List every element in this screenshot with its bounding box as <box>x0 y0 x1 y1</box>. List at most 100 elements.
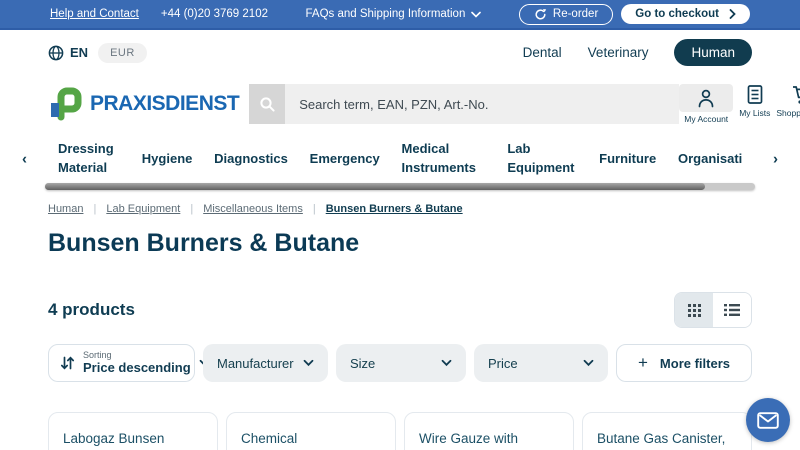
sorting-dropdown[interactable]: Sorting Price descending <box>48 344 210 382</box>
breadcrumb-separator: | <box>190 203 194 215</box>
header: PRAXISDIENST My Account My Lists Shopp <box>0 75 800 133</box>
chevron-right-icon <box>729 9 736 19</box>
checkout-button[interactable]: Go to checkout <box>621 4 750 24</box>
sorting-text: Sorting Price descending <box>83 350 191 375</box>
top-bar-left: Help and Contact +44 (0)20 3769 2102 <box>50 8 268 20</box>
contact-chat-button[interactable] <box>746 398 790 442</box>
my-account-label: My Account <box>684 114 729 124</box>
utility-bar: EN EUR Dental Veterinary Human <box>0 30 800 75</box>
product-title-link[interactable]: Butane Gas Canister, 190 g <box>597 431 725 450</box>
list-view-button[interactable] <box>713 293 751 327</box>
segment-human[interactable]: Human <box>674 39 752 66</box>
search-input[interactable] <box>285 84 680 124</box>
chevron-down-icon <box>471 11 482 18</box>
main-nav: ‹ Dressing Material Hygiene Diagnostics … <box>0 133 800 185</box>
breadcrumb-link-miscellaneous-items[interactable]: Miscellaneous Items <box>203 203 303 215</box>
top-bar-center: FAQs and Shipping Information <box>268 8 519 20</box>
manufacturer-filter-label: Manufacturer <box>217 355 294 371</box>
checkout-label: Go to checkout <box>635 8 719 20</box>
shop-segments: Dental Veterinary Human <box>523 39 752 66</box>
price-filter-label: Price <box>488 355 518 371</box>
view-toggle <box>674 292 752 328</box>
nav-item-diagnostics[interactable]: Diagnostics <box>214 150 288 169</box>
reorder-button[interactable]: Re-order <box>518 3 614 25</box>
cart-icon <box>791 84 800 106</box>
content: Human | Lab Equipment | Miscellaneous It… <box>0 185 800 450</box>
segment-veterinary[interactable]: Veterinary <box>588 45 649 60</box>
my-lists-button[interactable]: My Lists <box>739 84 770 118</box>
breadcrumb-separator: | <box>312 203 316 215</box>
chevron-down-icon <box>583 359 594 367</box>
list-view-icon <box>724 303 740 317</box>
list-document-icon <box>746 84 764 106</box>
brand-name: PRAXISDIENST <box>90 92 240 115</box>
nav-scrollbar-thumb[interactable] <box>45 183 706 190</box>
search-icon <box>259 96 276 113</box>
faq-shipping-link[interactable]: FAQs and Shipping Information <box>306 8 466 20</box>
shopping-cart-label: Shopping cart <box>776 108 800 118</box>
nav-scroll-right-button[interactable]: › <box>773 151 778 168</box>
breadcrumb: Human | Lab Equipment | Miscellaneous It… <box>48 203 752 215</box>
breadcrumb-link-human[interactable]: Human <box>48 203 83 215</box>
product-card[interactable]: Wire Gauze with Ceramic Centre <box>404 412 574 450</box>
list-header: 4 products <box>48 292 752 328</box>
nav-items: Dressing Material Hygiene Diagnostics Em… <box>58 140 742 178</box>
plus-icon: + <box>637 353 648 372</box>
top-bar: Help and Contact +44 (0)20 3769 2102 FAQ… <box>0 0 800 30</box>
product-card[interactable]: Butane Gas Canister, 190 g <box>582 412 752 450</box>
product-title-link[interactable]: Chemical Thermometer <box>241 431 322 450</box>
nav-item-dressing-material[interactable]: Dressing Material <box>58 140 120 178</box>
size-filter-dropdown[interactable]: Size <box>336 344 466 382</box>
more-filters-label: More filters <box>659 355 730 371</box>
page-title: Bunsen Burners & Butane <box>48 229 360 257</box>
nav-item-medical-instruments[interactable]: Medical Instruments <box>402 140 486 178</box>
grid-view-button[interactable] <box>675 293 713 327</box>
locale-controls: EN EUR <box>48 42 147 63</box>
reorder-label: Re-order <box>552 8 599 20</box>
nav-item-hygiene[interactable]: Hygiene <box>142 150 193 169</box>
product-grid: Labogaz Bunsen Burner Chemical Thermomet… <box>48 412 752 450</box>
product-title-link[interactable]: Labogaz Bunsen Burner <box>63 431 164 450</box>
globe-icon <box>48 45 64 61</box>
breadcrumb-separator: | <box>93 203 97 215</box>
nav-item-lab-equipment[interactable]: Lab Equipment <box>507 140 577 178</box>
filter-bar: Sorting Price descending Manufacturer Si… <box>48 344 752 382</box>
nav-scroll-left-button[interactable]: ‹ <box>22 151 27 168</box>
currency-selector[interactable]: EUR <box>98 42 147 63</box>
shopping-cart-button[interactable]: Shopping cart <box>776 84 800 118</box>
header-actions: My Account My Lists Shopping cart <box>679 84 800 124</box>
breadcrumb-link-lab-equipment[interactable]: Lab Equipment <box>106 203 180 215</box>
product-title-link[interactable]: Wire Gauze with Ceramic Centre <box>419 431 518 450</box>
manufacturer-filter-dropdown[interactable]: Manufacturer <box>203 344 328 382</box>
nav-item-emergency[interactable]: Emergency <box>310 150 380 169</box>
search-bar <box>249 84 680 124</box>
my-account-button[interactable]: My Account <box>679 84 734 124</box>
user-icon <box>679 84 734 112</box>
nav-item-organisation[interactable]: Organisation <box>678 150 742 169</box>
nav-item-furniture[interactable]: Furniture <box>599 150 656 169</box>
product-count: 4 products <box>48 300 135 319</box>
phone-number[interactable]: +44 (0)20 3769 2102 <box>161 8 268 20</box>
chevron-down-icon <box>441 359 452 367</box>
sorting-value: Price descending <box>83 359 191 375</box>
chevron-down-icon <box>303 359 314 367</box>
product-card[interactable]: Labogaz Bunsen Burner <box>48 412 218 450</box>
top-bar-right: Re-order Go to checkout <box>518 3 750 25</box>
envelope-icon <box>757 411 779 429</box>
language-selector[interactable]: EN <box>48 45 88 61</box>
language-label: EN <box>70 45 89 60</box>
size-filter-label: Size <box>350 355 376 371</box>
segment-dental[interactable]: Dental <box>523 45 562 60</box>
price-filter-dropdown[interactable]: Price <box>474 344 608 382</box>
praxisdienst-logo-icon <box>48 87 82 121</box>
nav-scrollbar-track[interactable] <box>45 183 755 190</box>
refresh-icon <box>534 8 547 21</box>
product-card[interactable]: Chemical Thermometer <box>226 412 396 450</box>
my-lists-label: My Lists <box>739 108 771 118</box>
help-contact-link[interactable]: Help and Contact <box>50 8 139 20</box>
brand-logo[interactable]: PRAXISDIENST <box>48 87 240 121</box>
grid-view-icon <box>687 303 702 318</box>
search-button[interactable] <box>249 84 286 124</box>
breadcrumb-current: Bunsen Burners & Butane <box>325 203 463 215</box>
more-filters-button[interactable]: + More filters <box>616 344 752 382</box>
